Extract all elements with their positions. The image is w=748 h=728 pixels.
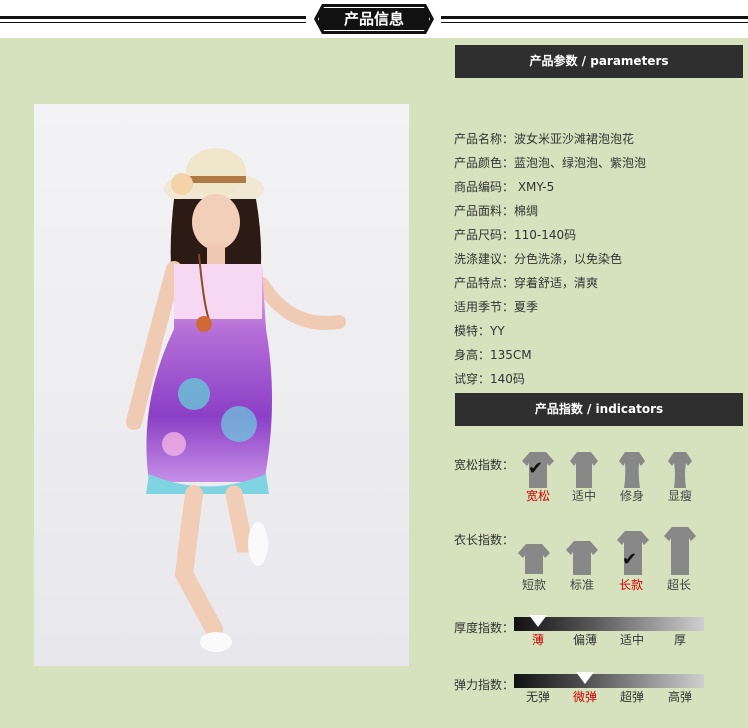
indicators-header: 产品指数 / indicators — [455, 393, 743, 426]
product-photo — [34, 104, 409, 666]
length-option: 超长 — [666, 578, 691, 592]
shirt-icon — [619, 452, 645, 488]
param-row: 洗涤建议：分色洗涤，以免染色 — [454, 252, 623, 266]
length-option: 短款 — [521, 578, 546, 592]
shirt-icon — [518, 544, 550, 574]
header-rule-left — [0, 16, 306, 23]
parameter-list: 产品名称：波女米亚沙滩裙泡泡花 产品颜色：蓝泡泡、绿泡泡、紫泡泡 商品编码： X… — [454, 130, 646, 394]
thickness-option: 薄 — [531, 633, 544, 647]
header-rule-right — [441, 16, 748, 23]
param-row: 产品面料：棉绸 — [454, 204, 539, 218]
thickness-index-label: 厚度指数： — [454, 621, 515, 635]
elasticity-index-label: 弹力指数： — [454, 678, 515, 692]
elasticity-marker-icon — [576, 672, 594, 684]
length-option: 长款 — [618, 578, 643, 592]
section-title-badge: 产品信息 — [314, 4, 434, 34]
param-row: 产品名称：波女米亚沙滩裙泡泡花 — [454, 132, 635, 146]
length-index-label: 衣长指数： — [454, 533, 515, 547]
fit-option: 适中 — [571, 489, 596, 503]
fit-index-label: 宽松指数： — [454, 458, 515, 472]
param-row: 适用季节：夏季 — [454, 300, 539, 314]
section-header: 产品信息 — [0, 0, 748, 38]
param-row: 模特：YY — [454, 324, 505, 338]
fit-option: 修身 — [619, 489, 644, 503]
elasticity-option: 微弹 — [572, 690, 597, 704]
shirt-icon — [566, 541, 598, 575]
parameters-header-label: 产品参数 / parameters — [529, 54, 669, 68]
parameters-header: 产品参数 / parameters — [455, 45, 743, 78]
shirt-icon — [664, 527, 696, 575]
checkmark-icon: ✔ — [528, 458, 544, 479]
elasticity-option: 无弹 — [525, 690, 550, 704]
param-row: 试穿：140码 — [454, 372, 525, 386]
thickness-marker-icon — [529, 615, 547, 627]
thickness-option: 厚 — [673, 633, 686, 647]
thickness-option: 适中 — [619, 633, 644, 647]
shirt-icon — [668, 452, 692, 488]
param-row: 商品编码： XMY-5 — [454, 180, 555, 194]
fit-option: 宽松 — [525, 489, 550, 503]
elasticity-option: 超弹 — [619, 690, 644, 704]
param-row: 身高：135CM — [454, 348, 532, 362]
length-option: 标准 — [569, 578, 594, 592]
checkmark-icon: ✔ — [622, 549, 638, 570]
elasticity-scale — [514, 674, 704, 688]
param-row: 产品特点：穿着舒适，清爽 — [454, 276, 599, 290]
elasticity-option: 高弹 — [667, 690, 692, 704]
thickness-option: 偏薄 — [572, 633, 597, 647]
param-row: 产品颜色：蓝泡泡、绿泡泡、紫泡泡 — [454, 156, 647, 170]
param-row: 产品尺码：110-140码 — [454, 228, 577, 242]
fit-option: 显瘦 — [667, 489, 692, 503]
shirt-icon — [570, 452, 598, 488]
indicators-header-label: 产品指数 / indicators — [534, 402, 664, 416]
